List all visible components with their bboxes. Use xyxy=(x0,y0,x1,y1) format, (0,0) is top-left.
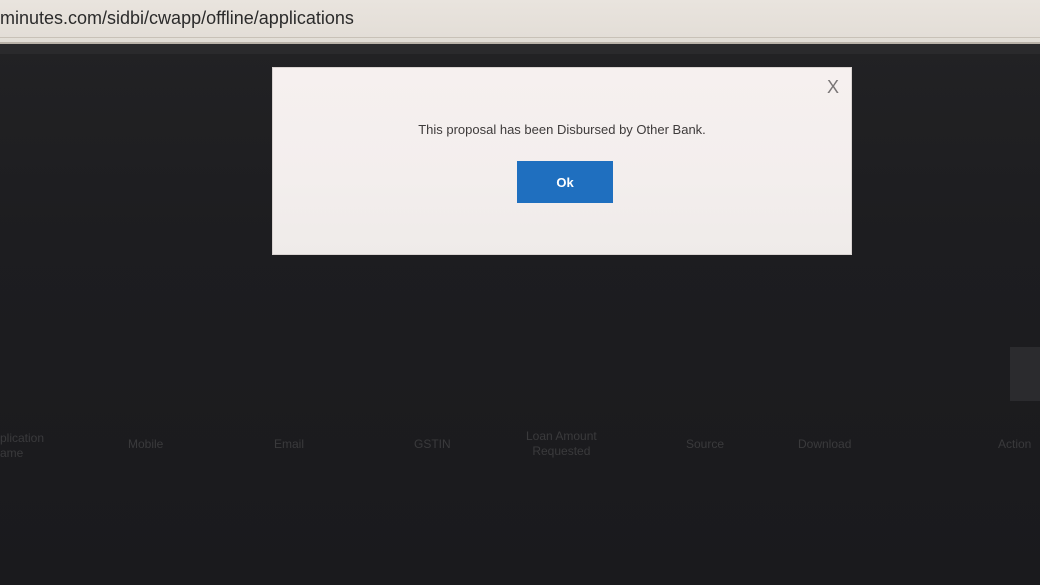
column-header-line1: Loan Amount xyxy=(526,429,597,443)
column-header-line2: Requested xyxy=(532,444,591,458)
column-header-line1: Action xyxy=(998,437,1032,451)
dialog-message: This proposal has been Disbursed by Othe… xyxy=(418,122,706,137)
column-header-line1: plication xyxy=(0,431,45,445)
screen: minutes.com/sidbi/cwapp/offline/applicat… xyxy=(0,0,1040,585)
column-header-line1: GSTIN xyxy=(414,437,451,451)
column-header-line1: Email xyxy=(274,437,305,451)
column-header-gstin: GSTIN xyxy=(414,437,451,452)
close-icon[interactable]: X xyxy=(827,78,839,96)
column-header-download: Download xyxy=(798,437,851,452)
url-text[interactable]: minutes.com/sidbi/cwapp/offline/applicat… xyxy=(0,8,354,29)
column-header-loan-amount: Loan Amount Requested xyxy=(526,429,597,459)
address-bar-divider xyxy=(0,37,1040,38)
column-header-source: Source xyxy=(686,437,724,452)
column-header-application-name: plication ame xyxy=(0,431,44,461)
page-side-button xyxy=(1010,347,1040,401)
browser-address-bar[interactable]: minutes.com/sidbi/cwapp/offline/applicat… xyxy=(0,0,1040,44)
column-header-email: Email xyxy=(274,437,304,452)
column-header-line2: ame xyxy=(0,446,24,460)
alert-dialog: X This proposal has been Disbursed by Ot… xyxy=(272,67,852,255)
column-header-line1: Download xyxy=(798,437,852,451)
column-header-mobile: Mobile xyxy=(128,437,163,452)
column-header-action: Action xyxy=(998,437,1031,452)
page-top-strip xyxy=(0,44,1040,54)
column-header-line1: Source xyxy=(686,437,725,451)
ok-button[interactable]: Ok xyxy=(517,161,613,203)
column-header-line1: Mobile xyxy=(128,437,164,451)
applications-table-header: plication ame Mobile Email GSTIN Loan Am… xyxy=(0,425,1040,470)
